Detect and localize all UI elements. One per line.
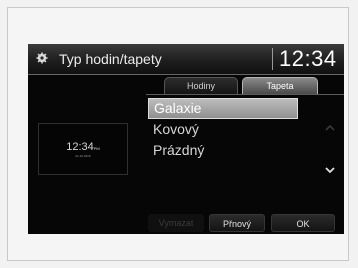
footer-bar: Vymazat Přnový OK (28, 211, 344, 234)
ok-button[interactable]: OK (271, 214, 335, 232)
header-bar: Typ hodin/tapety 12:34 (28, 44, 344, 75)
header-divider (272, 48, 273, 70)
scroll-up-icon[interactable] (324, 123, 336, 133)
preview-date: 01.10.2015 (75, 154, 91, 158)
preview-time-suffix: PM (93, 146, 100, 151)
tab-hodiny[interactable]: Hodiny (164, 77, 238, 94)
preview-time-value: 12:34 (66, 141, 94, 153)
list-item-prazdny[interactable]: Prázdný (148, 140, 298, 161)
delete-button[interactable]: Vymazat (148, 214, 204, 232)
list-item-galaxie[interactable]: Galaxie (148, 98, 298, 119)
scroll-down-icon[interactable] (324, 165, 336, 175)
tab-bar: Hodiny Tapeta (28, 75, 344, 95)
display-screen: Typ hodin/tapety 12:34 Hodiny Tapeta 12:… (28, 44, 344, 234)
tab-underline (146, 94, 344, 95)
list-item-kovovy[interactable]: Kovový (148, 119, 298, 140)
gear-icon (36, 52, 48, 64)
clock-display: 12:34 (279, 46, 337, 71)
wallpaper-list: Galaxie Kovový Prázdný (148, 98, 298, 161)
preview-time: 12:34PM (39, 141, 127, 155)
page-title: Typ hodin/tapety (59, 51, 162, 67)
new-button[interactable]: Přnový (209, 214, 265, 232)
wallpaper-preview: 12:34PM 01.10.2015 (38, 123, 128, 175)
tab-tapeta[interactable]: Tapeta (242, 77, 318, 94)
